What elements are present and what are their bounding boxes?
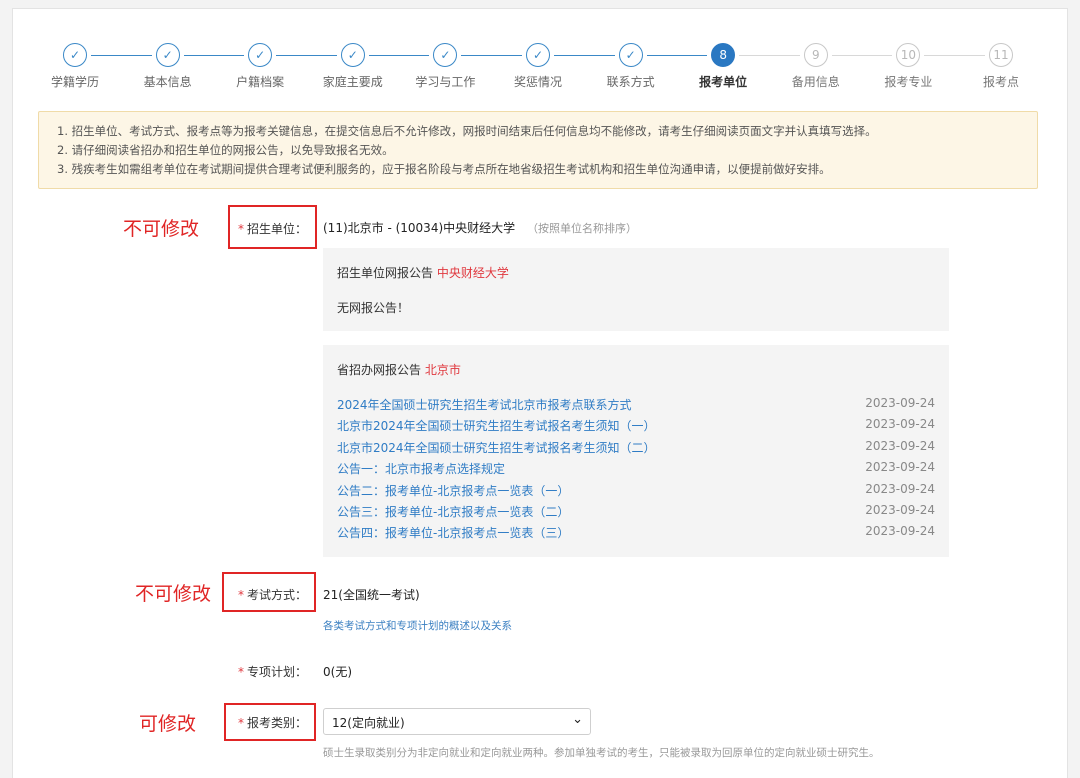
required-mark: *	[238, 716, 244, 730]
category-hint: 硕士生录取类别分为非定向就业和定向就业两种。参加单独考试的考生，只能被录取为回原…	[323, 747, 880, 759]
unit-value-text: (11)北京市 - (10034)中央财经大学	[323, 221, 516, 235]
exam-method-label: * 考试方式：	[238, 588, 308, 602]
announcement-date: 2023-09-24	[865, 481, 935, 496]
step-10[interactable]: 10 报考专业	[873, 43, 943, 90]
no-announcement-text: 无网报公告！	[337, 301, 410, 315]
category-select[interactable]: 12(定向就业) ⌄	[323, 708, 591, 735]
announcement-item: 2024年全国硕士研究生招生考试北京市报考点联系方式 2023-09-24	[337, 396, 935, 416]
step-4[interactable]: ✓ 家庭主要成	[318, 43, 388, 90]
announcement-date: 2023-09-24	[865, 438, 935, 453]
notice-box: 1. 招生单位、考试方式、报考点等为报考关键信息，在提交信息后不允许修改，网报时…	[38, 111, 1038, 189]
announcement-item: 公告四：报考单位-北京报考点一览表（三） 2023-09-24	[337, 524, 935, 544]
announcement-item: 公告一：北京市报考点选择规定 2023-09-24	[337, 460, 935, 480]
step-label: 户籍档案	[236, 75, 285, 89]
announcement-item: 公告二：报考单位-北京报考点一览表（一） 2023-09-24	[337, 482, 935, 502]
announcement-item: 北京市2024年全国硕士研究生招生考试报名考生须知（一） 2023-09-24	[337, 417, 935, 437]
announcement-date: 2023-09-24	[865, 503, 935, 517]
step-2[interactable]: ✓ 基本信息	[133, 43, 203, 90]
category-selected-value: 12(定向就业)	[332, 716, 405, 730]
announcement-date: 2023-09-24	[865, 524, 935, 539]
step-number: 8	[711, 43, 736, 67]
check-icon: ✓	[618, 43, 643, 67]
category-label: * 报考类别：	[238, 716, 308, 730]
announcement-date: 2023-09-24	[865, 417, 935, 432]
notice-line-1: 1. 招生单位、考试方式、报考点等为报考关键信息，在提交信息后不允许修改，网报时…	[57, 124, 877, 138]
unit-sort-hint: （按照单位名称排序）	[526, 222, 637, 235]
step-label: 报考点	[982, 75, 1019, 89]
check-icon: ✓	[155, 43, 180, 67]
step-label: 报考单位	[699, 75, 748, 89]
announcement-date: 2023-09-24	[865, 396, 935, 410]
step-5[interactable]: ✓ 学习与工作	[410, 43, 480, 90]
announcement-link[interactable]: 2024年全国硕士研究生招生考试北京市报考点联系方式	[337, 396, 632, 413]
check-icon: ✓	[248, 43, 273, 67]
province-name[interactable]: 北京市	[425, 363, 461, 377]
special-plan-label: * 专项计划：	[238, 665, 308, 679]
chevron-down-icon: ⌄	[572, 712, 583, 727]
step-label: 学籍学历	[50, 75, 99, 89]
unit-label: * 招生单位：	[238, 222, 308, 236]
notice-line-3: 3. 残疾考生如需组考单位在考试期间提供合理考试便利服务的，应于报名阶段与考点所…	[57, 162, 831, 176]
step-label: 报考专业	[884, 75, 933, 89]
province-announcement-title: 省招办网报公告 北京市	[337, 363, 461, 377]
school-name[interactable]: 中央财经大学	[437, 266, 509, 280]
exam-method-overview-link[interactable]: 各类考试方式和专项计划的概述以及关系	[323, 618, 512, 633]
unit-value: (11)北京市 - (10034)中央财经大学 （按照单位名称排序）	[323, 219, 637, 236]
school-announcement-box: 招生单位网报公告 中央财经大学 无网报公告！	[323, 248, 949, 331]
step-label: 联系方式	[606, 75, 655, 89]
step-label: 家庭主要成	[322, 75, 383, 89]
school-announcement-title: 招生单位网报公告 中央财经大学	[337, 266, 509, 280]
announcement-item: 公告三：报考单位-北京报考点一览表（二） 2023-09-24	[337, 503, 935, 523]
announcement-item: 北京市2024年全国硕士研究生招生考试报名考生须知（二） 2023-09-24	[337, 439, 935, 459]
announcement-link[interactable]: 公告三：报考单位-北京报考点一览表（二）	[337, 503, 569, 520]
step-7[interactable]: ✓ 联系方式	[596, 43, 666, 90]
annotation-modifiable: 可修改	[139, 713, 197, 735]
required-mark: *	[238, 665, 244, 679]
step-8[interactable]: 8 报考单位	[688, 43, 758, 90]
announcement-link[interactable]: 公告一：北京市报考点选择规定	[337, 460, 505, 477]
province-announcement-box: 省招办网报公告 北京市 2024年全国硕士研究生招生考试北京市报考点联系方式 20…	[323, 345, 949, 557]
required-mark: *	[238, 222, 244, 236]
announcement-link[interactable]: 公告二：报考单位-北京报考点一览表（一）	[337, 482, 569, 499]
step-11[interactable]: 11 报考点	[966, 43, 1036, 90]
step-number: 9	[803, 43, 828, 67]
step-3[interactable]: ✓ 户籍档案	[225, 43, 295, 90]
step-6[interactable]: ✓ 奖惩情况	[503, 43, 573, 90]
step-label: 奖惩情况	[513, 75, 562, 89]
required-mark: *	[238, 588, 244, 602]
annotation-not-modifiable: 不可修改	[135, 583, 212, 605]
step-label: 学习与工作	[415, 75, 476, 89]
check-icon: ✓	[340, 43, 365, 67]
check-icon: ✓	[526, 43, 550, 67]
step-label: 备用信息	[791, 75, 840, 89]
step-1[interactable]: ✓ 学籍学历	[40, 43, 110, 90]
announcement-date: 2023-09-24	[865, 460, 935, 475]
announcement-link[interactable]: 公告四：报考单位-北京报考点一览表（三）	[337, 524, 569, 541]
check-icon: ✓	[433, 43, 458, 67]
announcement-link[interactable]: 北京市2024年全国硕士研究生招生考试报名考生须知（二）	[337, 439, 656, 456]
step-number: 11	[989, 43, 1013, 67]
exam-method-value: 21(全国统一考试)	[323, 588, 420, 602]
special-plan-value: 0(无)	[323, 665, 352, 679]
step-label: 基本信息	[143, 75, 192, 89]
step-9[interactable]: 9 备用信息	[781, 43, 851, 90]
announcement-link[interactable]: 北京市2024年全国硕士研究生招生考试报名考生须知（一）	[337, 417, 656, 434]
notice-line-2: 2. 请仔细阅读省招办和招生单位的网报公告，以免导致报名无效。	[57, 143, 394, 157]
annotation-not-modifiable: 不可修改	[123, 218, 200, 240]
check-icon: ✓	[63, 43, 87, 67]
step-number: 10	[896, 43, 921, 67]
